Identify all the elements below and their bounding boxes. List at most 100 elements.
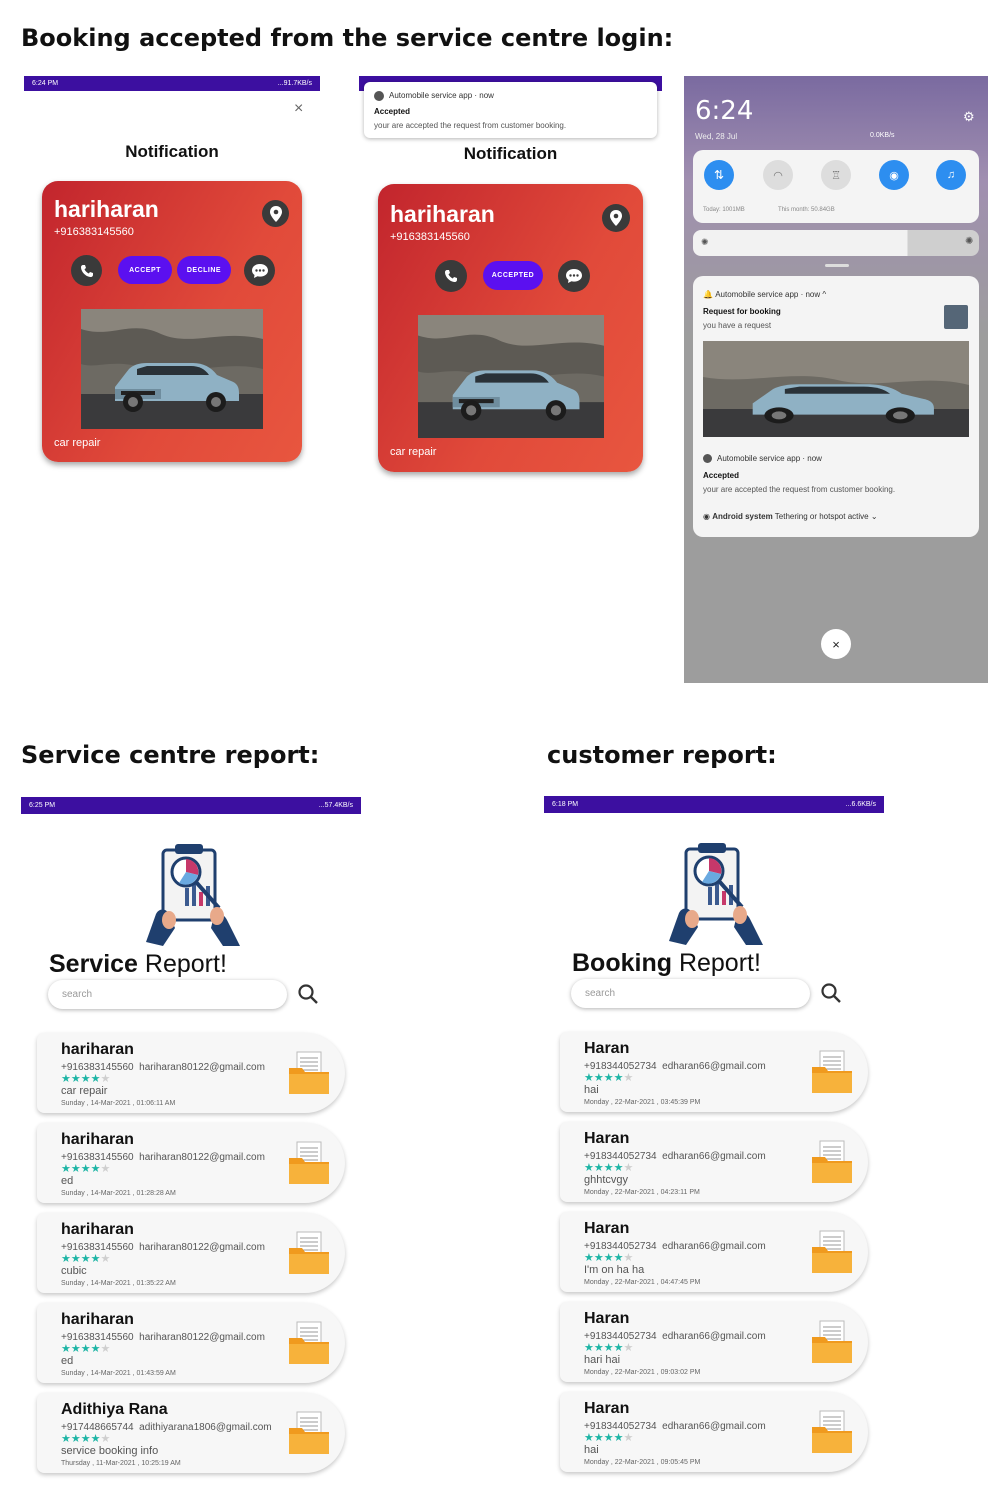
report-row[interactable]: hariharan +916383145560 hariharan80122@g… bbox=[37, 1033, 345, 1113]
close-icon[interactable]: × bbox=[294, 100, 303, 118]
search-input[interactable]: search bbox=[571, 979, 810, 1008]
report-row[interactable]: hariharan +916383145560 hariharan80122@g… bbox=[37, 1213, 345, 1293]
star-icon: ★ bbox=[70, 1253, 81, 1265]
star-icon: ★ bbox=[584, 1252, 594, 1264]
row-rating: ★★★★★ bbox=[584, 1251, 633, 1264]
car-image[interactable] bbox=[703, 341, 969, 437]
notification-app: 🔔 Automobile service app · now ^ bbox=[703, 290, 827, 299]
row-email: adithiyarana1806@gmail.com bbox=[139, 1422, 272, 1433]
folder-icon[interactable] bbox=[811, 1229, 853, 1280]
screen-notification-shade: 6:24 Wed, 28 Jul ⚙ 0.0KB/s ⇅ ◠ ♖ ◉ ♫ Tod… bbox=[684, 76, 988, 683]
search-icon[interactable] bbox=[820, 982, 842, 1009]
row-rating: ★★★★★ bbox=[61, 1252, 110, 1265]
brightness-high-icon: ✺ bbox=[965, 236, 974, 247]
folder-icon[interactable] bbox=[288, 1230, 330, 1281]
location-button[interactable] bbox=[262, 200, 289, 227]
folder-icon[interactable] bbox=[288, 1050, 330, 1101]
row-service: hai bbox=[584, 1444, 599, 1456]
hotspot-toggle[interactable]: ◉ bbox=[879, 160, 909, 190]
star-icon: ★ bbox=[623, 1342, 634, 1354]
star-icon: ★ bbox=[584, 1432, 594, 1444]
folder-icon[interactable] bbox=[811, 1139, 853, 1190]
row-rating: ★★★★★ bbox=[61, 1072, 110, 1085]
star-icon: ★ bbox=[80, 1073, 91, 1085]
clear-all-button[interactable]: × bbox=[821, 629, 851, 659]
notification-title: Notification bbox=[463, 144, 558, 163]
phone-icon bbox=[80, 264, 93, 277]
report-title: Service Report! bbox=[49, 950, 227, 979]
notification-heading: Accepted bbox=[374, 107, 411, 116]
drag-handle[interactable] bbox=[825, 264, 849, 267]
status-bar: 6:24 PM ...91.7KB/s bbox=[24, 76, 320, 91]
report-row[interactable]: Haran +918344052734 edharan66@gmail.com … bbox=[560, 1032, 868, 1112]
search-input[interactable]: search bbox=[48, 980, 287, 1009]
mobile-data-toggle[interactable]: ⇅ bbox=[704, 160, 734, 190]
wifi-toggle[interactable]: ◠ bbox=[763, 160, 793, 190]
report-row[interactable]: Haran +918344052734 edharan66@gmail.com … bbox=[560, 1122, 868, 1202]
report-row[interactable]: Haran +918344052734 edharan66@gmail.com … bbox=[560, 1212, 868, 1292]
system-notification-body: Tethering or hotspot active ⌄ bbox=[774, 512, 878, 521]
row-timestamp: Sunday , 14-Mar-2021 , 01:43:59 AM bbox=[61, 1370, 176, 1377]
report-row[interactable]: Haran +918344052734 edharan66@gmail.com … bbox=[560, 1392, 868, 1472]
star-icon: ★ bbox=[61, 1163, 71, 1175]
flashlight-toggle[interactable]: ♖ bbox=[821, 160, 851, 190]
folder-icon[interactable] bbox=[811, 1409, 853, 1460]
row-name: Adithiya Rana bbox=[61, 1401, 168, 1418]
notification-toggle[interactable]: ♫ bbox=[936, 160, 966, 190]
service-category: car repair bbox=[390, 446, 437, 458]
heading-booking-accepted: Booking accepted from the service centre… bbox=[21, 24, 674, 52]
notification-app: Automobile service app · now bbox=[717, 454, 822, 463]
star-icon: ★ bbox=[90, 1073, 101, 1085]
report-row[interactable]: hariharan +916383145560 hariharan80122@g… bbox=[37, 1123, 345, 1203]
star-icon: ★ bbox=[613, 1432, 624, 1444]
folder-icon[interactable] bbox=[288, 1410, 330, 1461]
row-timestamp: Sunday , 14-Mar-2021 , 01:28:28 AM bbox=[61, 1190, 176, 1197]
star-icon: ★ bbox=[584, 1342, 594, 1354]
call-button[interactable] bbox=[71, 255, 102, 286]
row-service: ed bbox=[61, 1355, 74, 1367]
report-row[interactable]: Haran +918344052734 edharan66@gmail.com … bbox=[560, 1302, 868, 1382]
report-row[interactable]: hariharan +916383145560 hariharan80122@g… bbox=[37, 1303, 345, 1383]
folder-icon[interactable] bbox=[288, 1320, 330, 1371]
settings-gear-icon[interactable]: ⚙ bbox=[963, 109, 975, 125]
report-row[interactable]: Adithiya Rana +917448665744 adithiyarana… bbox=[37, 1393, 345, 1473]
star-icon: ★ bbox=[80, 1253, 91, 1265]
report-title-rest: Report! bbox=[672, 949, 761, 977]
location-button[interactable] bbox=[602, 204, 630, 232]
report-illustration bbox=[141, 842, 245, 946]
heads-up-notification[interactable]: Automobile service app · now Accepted yo… bbox=[364, 82, 657, 138]
row-service: service booking info bbox=[61, 1445, 159, 1457]
row-name: hariharan bbox=[61, 1221, 134, 1238]
folder-icon[interactable] bbox=[811, 1319, 853, 1370]
car-image bbox=[418, 315, 604, 438]
chat-bubble-icon bbox=[251, 263, 268, 278]
row-service: hai bbox=[584, 1084, 599, 1096]
chat-button[interactable] bbox=[558, 260, 590, 292]
call-button[interactable] bbox=[435, 260, 467, 292]
star-icon: ★ bbox=[623, 1162, 634, 1174]
customer-name: hariharan bbox=[390, 201, 495, 227]
decline-button[interactable]: DECLINE bbox=[177, 256, 231, 284]
accepted-button[interactable]: ACCEPTED bbox=[483, 261, 543, 290]
star-icon: ★ bbox=[623, 1252, 634, 1264]
row-email: edharan66@gmail.com bbox=[662, 1241, 766, 1252]
screen-customer-report: 6:18 PM ...6.6KB/s Booking Report! searc… bbox=[544, 796, 884, 1486]
star-icon: ★ bbox=[80, 1343, 91, 1355]
accept-button[interactable]: ACCEPT bbox=[118, 256, 172, 284]
folder-icon[interactable] bbox=[288, 1140, 330, 1191]
heading-service-report: Service centre report: bbox=[21, 741, 320, 769]
report-title: Booking Report! bbox=[572, 949, 761, 978]
brightness-slider[interactable]: ✺ ✺ bbox=[693, 230, 979, 256]
search-icon[interactable] bbox=[297, 983, 319, 1010]
row-email: hariharan80122@gmail.com bbox=[139, 1332, 265, 1343]
chat-button[interactable] bbox=[244, 255, 275, 286]
report-title-bold: Service bbox=[49, 950, 138, 978]
folder-icon[interactable] bbox=[811, 1049, 853, 1100]
row-name: hariharan bbox=[61, 1311, 134, 1328]
row-service: cubic bbox=[61, 1265, 87, 1277]
hotspot-icon: ◉ bbox=[889, 169, 899, 182]
star-icon: ★ bbox=[100, 1343, 111, 1355]
star-icon: ★ bbox=[584, 1072, 594, 1084]
notification-body: you have a request bbox=[703, 321, 772, 330]
system-notification[interactable]: ◉ Android system Tethering or hotspot ac… bbox=[703, 512, 878, 521]
